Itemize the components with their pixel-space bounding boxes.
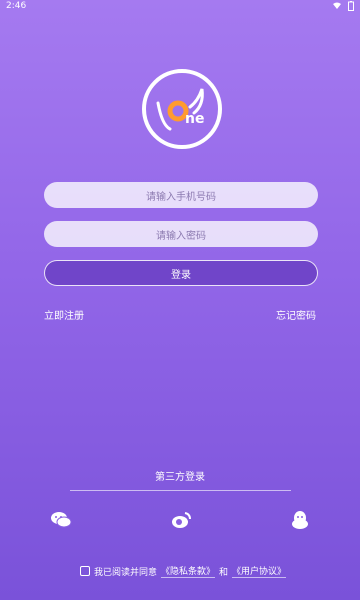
status-bar: 2:46 <box>0 0 360 14</box>
password-placeholder: 请输入密码 <box>156 230 206 242</box>
battery-icon <box>348 1 354 11</box>
svg-text:ne: ne <box>185 111 204 127</box>
privacy-link[interactable]: 《隐私条款》 <box>161 564 216 578</box>
third-party-divider <box>70 490 291 491</box>
wechat-icon[interactable] <box>50 510 72 530</box>
password-input[interactable]: 请输入密码 <box>44 221 318 247</box>
agreement-checkbox[interactable] <box>80 566 90 576</box>
login-label: 登录 <box>171 269 191 281</box>
forgot-password-link[interactable]: 忘记密码 <box>276 307 316 322</box>
register-link[interactable]: 立即注册 <box>44 307 84 322</box>
user-agreement-link[interactable]: 《用户协议》 <box>232 564 287 578</box>
qq-icon[interactable] <box>289 510 311 530</box>
agreement-row: 我已阅读并同意 《隐私条款》 和 《用户协议》 <box>80 564 287 578</box>
agreement-and: 和 <box>219 567 229 578</box>
login-button[interactable]: 登录 <box>44 260 318 286</box>
status-time: 2:46 <box>6 1 27 11</box>
third-party-title: 第三方登录 <box>155 472 205 483</box>
status-icons <box>332 1 354 11</box>
agreement-prefix: 我已阅读并同意 <box>94 567 158 578</box>
weibo-icon[interactable] <box>170 510 192 530</box>
phone-input[interactable]: 请输入手机号码 <box>44 182 318 208</box>
phone-placeholder: 请输入手机号码 <box>146 191 216 203</box>
wifi-icon <box>333 2 341 9</box>
app-logo: ne <box>142 69 222 149</box>
